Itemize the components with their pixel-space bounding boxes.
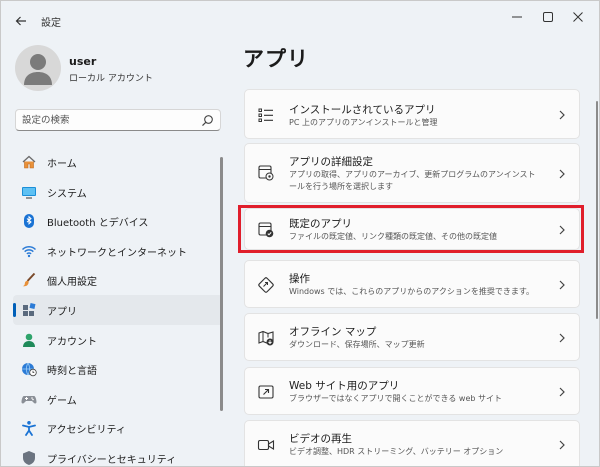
card-default-apps[interactable]: 既定のアプリ ファイルの既定値、リンク種類の既定値、その他の既定値 bbox=[244, 208, 580, 250]
card-desc: Windows では、これらのアプリからのアクションを推奨できます。 bbox=[289, 287, 535, 296]
installed-apps-icon bbox=[258, 108, 273, 122]
bluetooth-icon bbox=[24, 214, 34, 229]
minimize-icon bbox=[512, 16, 522, 18]
advanced-app-settings-icon bbox=[258, 165, 274, 181]
sidebar-item-home[interactable]: ホーム bbox=[13, 147, 223, 177]
card-desc: ビデオ調整、HDR ストリーミング、バッテリー オプション bbox=[289, 447, 504, 456]
avatar-person-icon bbox=[24, 54, 52, 85]
sidebar-item-gaming[interactable]: ゲーム bbox=[13, 384, 223, 414]
sidebar-item-time-language[interactable]: 時刻と言語 bbox=[13, 354, 223, 384]
card-installed-apps[interactable]: インストールされているアプリ PC 上のアプリのアンインストールと管理 bbox=[244, 89, 580, 139]
globe-clock-icon bbox=[22, 362, 37, 377]
person-icon bbox=[23, 333, 35, 347]
sidebar-item-label: ホーム bbox=[47, 159, 77, 170]
maximize-button[interactable] bbox=[537, 9, 559, 25]
chevron-right-icon bbox=[559, 169, 565, 179]
sidebar-item-network[interactable]: ネットワークとインターネット bbox=[13, 236, 223, 266]
card-advanced-app-settings[interactable]: アプリの詳細設定 アプリの取得、アプリのアーカイブ、更新プログラムのアンインスト… bbox=[244, 143, 580, 203]
sidebar-item-label: 時刻と言語 bbox=[47, 366, 97, 378]
settings-search-box[interactable] bbox=[15, 109, 221, 131]
avatar bbox=[15, 45, 61, 91]
brush-icon bbox=[22, 273, 36, 287]
user-profile[interactable]: user ローカル アカウント bbox=[15, 45, 215, 93]
page-title: アプリ bbox=[243, 47, 309, 71]
card-desc: ブラウザーではなくアプリで開くことができる web サイト bbox=[289, 394, 502, 403]
card-apps-for-websites[interactable]: Web サイト用のアプリ ブラウザーではなくアプリで開くことができる web サ… bbox=[244, 367, 580, 415]
card-desc: ダウンロード、保存場所、マップ更新 bbox=[289, 340, 425, 349]
card-desc: アプリの取得、アプリのアーカイブ、更新プログラムのアンインストールを行う場所を選… bbox=[289, 170, 536, 191]
back-arrow-icon bbox=[15, 16, 26, 26]
shield-icon bbox=[23, 450, 35, 465]
video-icon bbox=[257, 439, 275, 451]
sidebar-item-label: アカウント bbox=[47, 336, 97, 348]
back-button[interactable] bbox=[9, 9, 33, 33]
monitor-icon bbox=[22, 186, 36, 199]
sidebar-item-system[interactable]: システム bbox=[13, 177, 223, 207]
user-name: user bbox=[69, 55, 97, 68]
card-title: オフライン マップ bbox=[289, 326, 377, 338]
offline-map-icon bbox=[258, 330, 274, 346]
chevron-right-icon bbox=[559, 280, 565, 290]
sidebar-item-label: システム bbox=[47, 188, 87, 200]
sidebar-item-accounts[interactable]: アカウント bbox=[13, 325, 223, 355]
sidebar-scrollbar[interactable] bbox=[220, 157, 223, 411]
chevron-right-icon bbox=[559, 440, 565, 450]
title-bar: 設定 bbox=[1, 1, 599, 41]
chevron-right-icon bbox=[559, 387, 565, 397]
chevron-right-icon bbox=[559, 225, 565, 235]
chevron-right-icon bbox=[559, 333, 565, 343]
sidebar-item-label: アプリ bbox=[47, 306, 77, 318]
minimize-button[interactable] bbox=[506, 9, 528, 25]
sidebar-item-accessibility[interactable]: アクセシビリティ bbox=[13, 413, 223, 443]
chevron-right-icon bbox=[559, 110, 565, 120]
sidebar-item-label: プライバシーとセキュリティ bbox=[47, 454, 177, 466]
sidebar-item-label: 個人用設定 bbox=[47, 277, 97, 289]
sidebar-nav: ホーム システム Bluetooth とデバイス ネットワークとインターネット … bbox=[13, 147, 223, 466]
search-icon[interactable] bbox=[201, 114, 214, 127]
accessibility-icon bbox=[22, 421, 36, 437]
sidebar-item-label: アクセシビリティ bbox=[47, 425, 126, 437]
wifi-icon bbox=[21, 245, 37, 257]
card-title: インストールされているアプリ bbox=[289, 104, 436, 116]
sidebar-item-bluetooth[interactable]: Bluetooth とデバイス bbox=[13, 206, 223, 236]
sidebar-item-label: ゲーム bbox=[47, 395, 77, 407]
sidebar-item-label: ネットワークとインターネット bbox=[47, 247, 187, 259]
default-apps-icon bbox=[258, 222, 274, 238]
sidebar-item-personalization[interactable]: 個人用設定 bbox=[13, 265, 223, 295]
sidebar-item-label: Bluetooth とデバイス bbox=[47, 218, 149, 230]
card-title: 操作 bbox=[289, 273, 310, 285]
actions-icon bbox=[258, 277, 274, 293]
card-actions[interactable]: 操作 Windows では、これらのアプリからのアクションを推奨できます。 bbox=[244, 260, 580, 308]
card-title: 既定のアプリ bbox=[289, 218, 352, 230]
sidebar-item-privacy[interactable]: プライバシーとセキュリティ bbox=[13, 443, 223, 466]
close-icon bbox=[573, 12, 583, 22]
close-button[interactable] bbox=[567, 9, 589, 25]
card-desc: ファイルの既定値、リンク種類の既定値、その他の既定値 bbox=[289, 232, 497, 241]
web-apps-icon bbox=[258, 385, 274, 399]
card-desc: PC 上のアプリのアンインストールと管理 bbox=[289, 118, 438, 127]
card-title: アプリの詳細設定 bbox=[289, 156, 373, 168]
account-type: ローカル アカウント bbox=[69, 74, 153, 84]
sidebar-item-apps[interactable]: アプリ bbox=[13, 294, 223, 325]
active-indicator bbox=[13, 302, 16, 317]
main-scrollbar[interactable] bbox=[596, 101, 598, 319]
maximize-icon bbox=[543, 12, 553, 22]
settings-window: 設定 user ローカル アカウント ホーム bbox=[0, 0, 600, 467]
apps-icon bbox=[23, 303, 36, 316]
window-title: 設定 bbox=[41, 18, 61, 29]
home-icon bbox=[22, 155, 36, 169]
card-title: Web サイト用のアプリ bbox=[289, 380, 400, 392]
card-title: ビデオの再生 bbox=[289, 433, 352, 445]
card-offline-maps[interactable]: オフライン マップ ダウンロード、保存場所、マップ更新 bbox=[244, 313, 580, 361]
card-video-playback[interactable]: ビデオの再生 ビデオ調整、HDR ストリーミング、バッテリー オプション bbox=[244, 420, 580, 466]
search-input[interactable] bbox=[22, 113, 192, 127]
gamepad-icon bbox=[21, 395, 37, 404]
